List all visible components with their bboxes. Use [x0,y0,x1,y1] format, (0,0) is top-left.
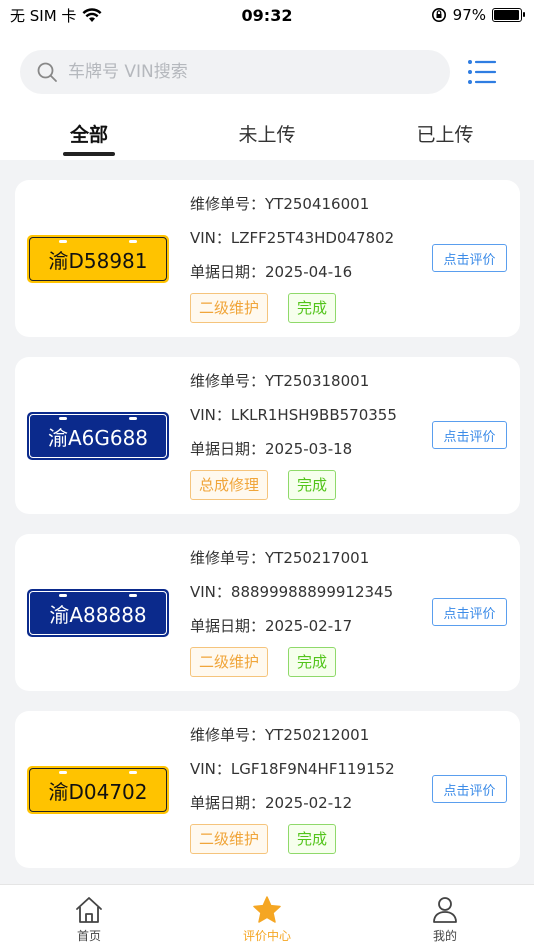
list-icon [468,60,497,84]
license-plate: 渝A88888 [27,589,169,637]
search-icon [37,62,57,82]
document-date: 单据日期：2025-02-12 [190,794,353,812]
vin-number: VIN：88899988899912345 [190,583,394,601]
order-number: 维修单号：YT250212001 [190,726,370,744]
vin-number: VIN：LKLR1HSH9BB570355 [190,406,397,424]
service-type-badge: 二级维护 [190,293,269,323]
vin-number: VIN：LZFF25T43HD047802 [190,229,395,247]
tab-bar: 全部 未上传 已上传 [0,114,534,160]
battery-percent: 97% [452,6,486,24]
record-card[interactable]: 渝A6G688 维修单号：YT250318001 VIN：LKLR1HSH9BB… [15,357,520,514]
status-badge: 完成 [288,470,337,500]
tabbar-profile[interactable]: 我的 [356,885,534,950]
license-plate: 渝D04702 [27,766,169,814]
evaluate-button[interactable]: 点击评价 [432,244,507,272]
evaluate-button[interactable]: 点击评价 [432,598,507,626]
tab-all[interactable]: 全部 [0,114,178,160]
tab-not-uploaded[interactable]: 未上传 [178,114,356,160]
bottom-tab-bar: 首页 评价中心 我的 [0,884,534,950]
wifi-icon [82,8,102,22]
rotation-lock-icon [431,8,446,22]
search-bar[interactable] [20,50,450,94]
list-filter-button[interactable] [466,56,498,88]
carrier-label: 无 SIM 卡 [10,6,77,25]
status-badge: 完成 [288,293,337,323]
search-input[interactable] [68,62,408,82]
order-number: 维修单号：YT250217001 [190,549,370,567]
home-icon [76,897,102,923]
plate-number: 渝D58981 [48,248,148,273]
document-date: 单据日期：2025-04-16 [190,263,353,281]
header: 全部 未上传 已上传 [0,30,534,160]
tab-uploaded[interactable]: 已上传 [356,114,534,160]
service-type-badge: 二级维护 [190,647,269,677]
plate-number: 渝A6G688 [47,425,149,450]
evaluate-button[interactable]: 点击评价 [432,775,507,803]
license-plate: 渝D58981 [27,235,169,283]
record-card[interactable]: 渝D58981 维修单号：YT250416001 VIN：LZFF25T43HD… [15,180,520,337]
service-type-badge: 二级维护 [190,824,269,854]
record-card[interactable]: 渝D04702 维修单号：YT250212001 VIN：LGF18F9N4HF… [15,711,520,868]
service-type-badge: 总成修理 [190,470,269,500]
battery-icon [492,8,525,22]
user-icon [433,897,457,923]
status-badge: 完成 [288,647,337,677]
status-badge: 完成 [288,824,337,854]
star-icon [253,896,281,923]
plate-number: 渝D04702 [48,779,148,804]
status-bar: 无 SIM 卡 09:32 97% [0,0,534,30]
tabbar-home[interactable]: 首页 [0,885,178,950]
order-number: 维修单号：YT250318001 [190,372,370,390]
evaluate-button[interactable]: 点击评价 [432,421,507,449]
vin-number: VIN：LGF18F9N4HF119152 [190,760,395,778]
record-list: 渝D58981 维修单号：YT250416001 VIN：LZFF25T43HD… [15,180,520,888]
document-date: 单据日期：2025-03-18 [190,440,353,458]
document-date: 单据日期：2025-02-17 [190,617,353,635]
license-plate: 渝A6G688 [27,412,169,460]
order-number: 维修单号：YT250416001 [190,195,370,213]
record-card[interactable]: 渝A88888 维修单号：YT250217001 VIN：88899988899… [15,534,520,691]
plate-number: 渝A88888 [49,602,147,627]
tabbar-evaluation-center[interactable]: 评价中心 [178,885,356,950]
